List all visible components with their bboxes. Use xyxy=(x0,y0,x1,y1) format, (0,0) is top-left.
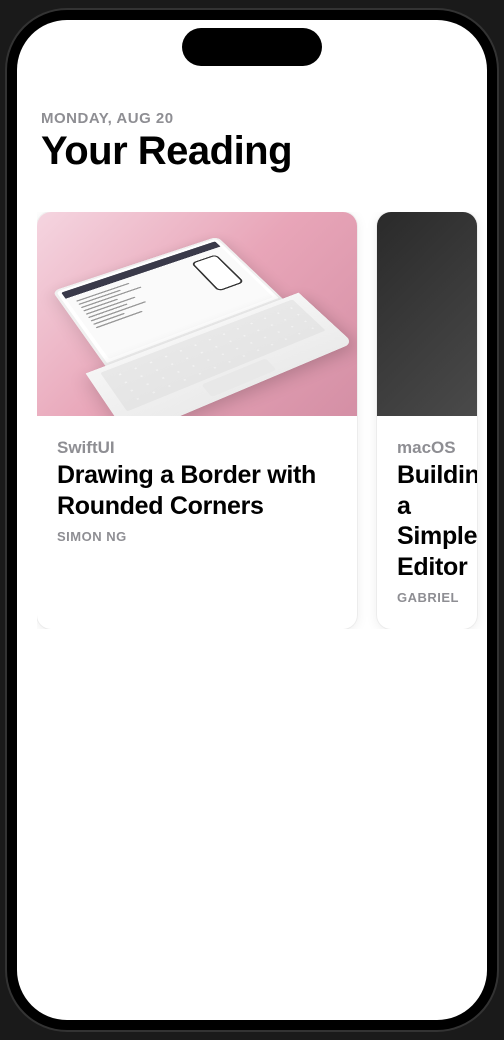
article-thumbnail xyxy=(37,212,357,416)
article-category: macOS xyxy=(397,438,457,458)
article-title: Drawing a Border with Rounded Corners xyxy=(57,460,337,521)
page-title: Your Reading xyxy=(41,129,463,174)
article-card[interactable]: macOS Building a Simple Editor GABRIEL xyxy=(377,212,477,629)
article-thumbnail xyxy=(377,212,477,416)
date-label: MONDAY, AUG 20 xyxy=(41,110,463,127)
article-author: SIMON NG xyxy=(57,529,337,544)
laptop-illustration xyxy=(52,232,353,416)
dynamic-island xyxy=(182,28,322,66)
article-card-body: macOS Building a Simple Editor GABRIEL xyxy=(377,416,477,629)
article-card[interactable]: SwiftUI Drawing a Border with Rounded Co… xyxy=(37,212,357,629)
phone-frame: MONDAY, AUG 20 Your Reading xyxy=(7,10,497,1030)
phone-screen: MONDAY, AUG 20 Your Reading xyxy=(17,20,487,1020)
article-author: GABRIEL xyxy=(397,590,457,605)
cards-carousel[interactable]: SwiftUI Drawing a Border with Rounded Co… xyxy=(37,212,487,629)
article-category: SwiftUI xyxy=(57,438,337,458)
article-card-body: SwiftUI Drawing a Border with Rounded Co… xyxy=(37,416,357,568)
article-title: Building a Simple Editor xyxy=(397,460,457,582)
content-area: MONDAY, AUG 20 Your Reading xyxy=(17,20,487,1020)
